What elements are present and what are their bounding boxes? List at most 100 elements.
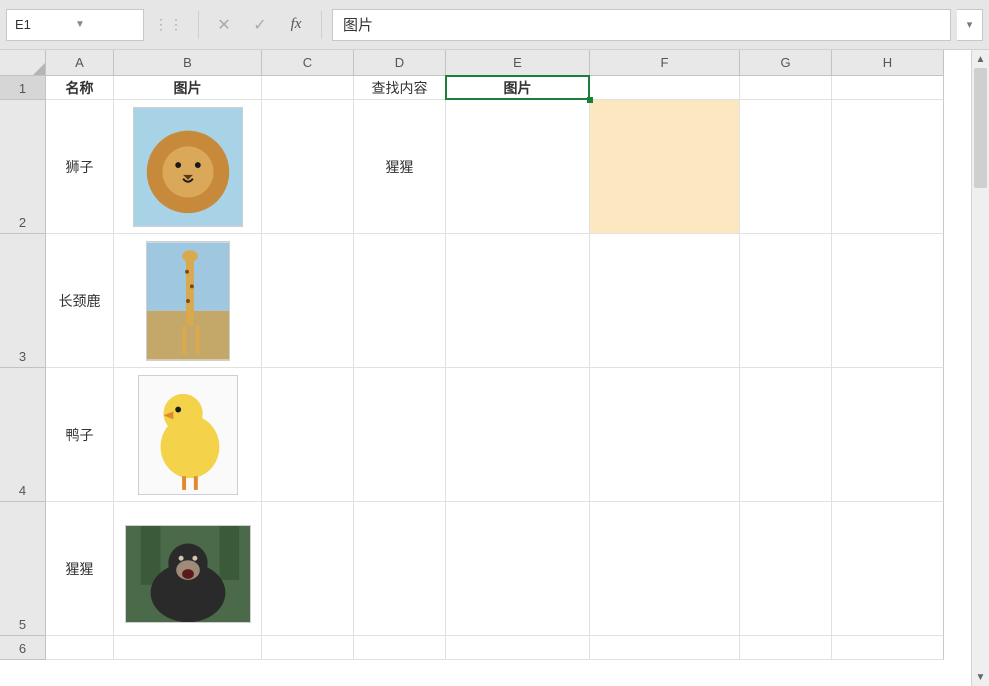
cell-E1[interactable]: 图片 (446, 76, 590, 100)
row-header-2[interactable]: 2 (0, 100, 46, 234)
cell-C3[interactable] (262, 234, 354, 368)
cell-H2[interactable] (832, 100, 944, 234)
row-header-5[interactable]: 5 (0, 502, 46, 636)
col-header-D[interactable]: D (354, 50, 446, 76)
col-header-F[interactable]: F (590, 50, 740, 76)
select-all-corner[interactable] (0, 50, 46, 76)
name-box[interactable]: E1 ▼ (6, 9, 144, 41)
formula-input[interactable]: 图片 (332, 9, 951, 41)
scrollbar-thumb[interactable] (974, 68, 987, 188)
formula-value: 图片 (343, 14, 373, 35)
cell-B1[interactable]: 图片 (114, 76, 262, 100)
giraffe-image[interactable] (146, 241, 230, 361)
cell-A5[interactable]: 猩猩 (46, 502, 114, 636)
cells-container: 名称 图片 查找内容 图片 狮子 (46, 76, 971, 686)
cell-B4[interactable] (114, 368, 262, 502)
cell-A6[interactable] (46, 636, 114, 660)
cell-H1[interactable] (832, 76, 944, 100)
table-row: 猩猩 (46, 502, 971, 636)
caret-up-icon: ▲ (976, 54, 986, 65)
cell-G6[interactable] (740, 636, 832, 660)
cell-F3[interactable] (590, 234, 740, 368)
row-header-3[interactable]: 3 (0, 234, 46, 368)
row-headers: 1 2 3 4 5 6 (0, 76, 46, 686)
cell-G3[interactable] (740, 234, 832, 368)
cell-H3[interactable] (832, 234, 944, 368)
divider (198, 11, 199, 39)
cell-C1[interactable] (262, 76, 354, 100)
cell-F2[interactable] (590, 100, 740, 234)
cell-B6[interactable] (114, 636, 262, 660)
cell-E6[interactable] (446, 636, 590, 660)
row-header-6[interactable]: 6 (0, 636, 46, 660)
cell-A3[interactable]: 长颈鹿 (46, 234, 114, 368)
cell-C6[interactable] (262, 636, 354, 660)
col-header-C[interactable]: C (262, 50, 354, 76)
cell-F1[interactable] (590, 76, 740, 100)
row-header-4[interactable]: 4 (0, 368, 46, 502)
check-icon: ✓ (253, 15, 266, 35)
cell-H4[interactable] (832, 368, 944, 502)
cell-D2[interactable]: 猩猩 (354, 100, 446, 234)
name-box-value: E1 (15, 17, 75, 32)
cell-G2[interactable] (740, 100, 832, 234)
table-row: 名称 图片 查找内容 图片 (46, 76, 971, 100)
spreadsheet-grid[interactable]: A B C D E F G H 1 2 3 4 5 6 (0, 50, 971, 686)
cancel-icon: ✕ (217, 15, 230, 35)
cell-E5[interactable] (446, 502, 590, 636)
fx-icon: fx (291, 16, 302, 33)
col-header-E[interactable]: E (446, 50, 590, 76)
cell-B2[interactable] (114, 100, 262, 234)
formula-bar: E1 ▼ ⋮⋮ ✕ ✓ fx 图片 ▾ (0, 0, 989, 50)
caret-down-icon: ▼ (976, 672, 986, 683)
table-row (46, 636, 971, 660)
column-headers: A B C D E F G H (46, 50, 971, 76)
cell-E3[interactable] (446, 234, 590, 368)
cell-F6[interactable] (590, 636, 740, 660)
row-header-1[interactable]: 1 (0, 76, 46, 100)
col-header-B[interactable]: B (114, 50, 262, 76)
cell-D1[interactable]: 查找内容 (354, 76, 446, 100)
cell-E4[interactable] (446, 368, 590, 502)
divider (321, 11, 322, 39)
enter-button[interactable]: ✓ (245, 10, 275, 40)
cell-G4[interactable] (740, 368, 832, 502)
scrollbar-track[interactable] (972, 68, 989, 668)
cell-E2[interactable] (446, 100, 590, 234)
vertical-scrollbar[interactable]: ▲ ▼ (971, 50, 989, 686)
table-row: 鸭子 (46, 368, 971, 502)
cell-D4[interactable] (354, 368, 446, 502)
duckling-image[interactable] (138, 375, 238, 495)
col-header-A[interactable]: A (46, 50, 114, 76)
formula-expand-button[interactable]: ▾ (957, 9, 983, 41)
gorilla-image[interactable] (125, 525, 251, 623)
col-header-G[interactable]: G (740, 50, 832, 76)
cell-C2[interactable] (262, 100, 354, 234)
cell-C4[interactable] (262, 368, 354, 502)
table-row: 狮子 (46, 100, 971, 234)
cell-G1[interactable] (740, 76, 832, 100)
cell-B3[interactable] (114, 234, 262, 368)
cell-D3[interactable] (354, 234, 446, 368)
lion-image[interactable] (133, 107, 243, 227)
cell-H6[interactable] (832, 636, 944, 660)
cell-B5[interactable] (114, 502, 262, 636)
cell-A1[interactable]: 名称 (46, 76, 114, 100)
scroll-up-button[interactable]: ▲ (972, 50, 989, 68)
cell-C5[interactable] (262, 502, 354, 636)
cell-A4[interactable]: 鸭子 (46, 368, 114, 502)
cell-G5[interactable] (740, 502, 832, 636)
spreadsheet-app: E1 ▼ ⋮⋮ ✕ ✓ fx 图片 ▾ A B C D E F G (0, 0, 989, 686)
cancel-button[interactable]: ✕ (209, 10, 239, 40)
cell-H5[interactable] (832, 502, 944, 636)
chevron-down-icon: ▼ (75, 19, 135, 30)
cell-A2[interactable]: 狮子 (46, 100, 114, 234)
cell-F5[interactable] (590, 502, 740, 636)
drag-handle-icon[interactable]: ⋮⋮ (150, 16, 188, 33)
col-header-H[interactable]: H (832, 50, 944, 76)
cell-F4[interactable] (590, 368, 740, 502)
cell-D6[interactable] (354, 636, 446, 660)
scroll-down-button[interactable]: ▼ (972, 668, 989, 686)
cell-D5[interactable] (354, 502, 446, 636)
insert-function-button[interactable]: fx (281, 10, 311, 40)
